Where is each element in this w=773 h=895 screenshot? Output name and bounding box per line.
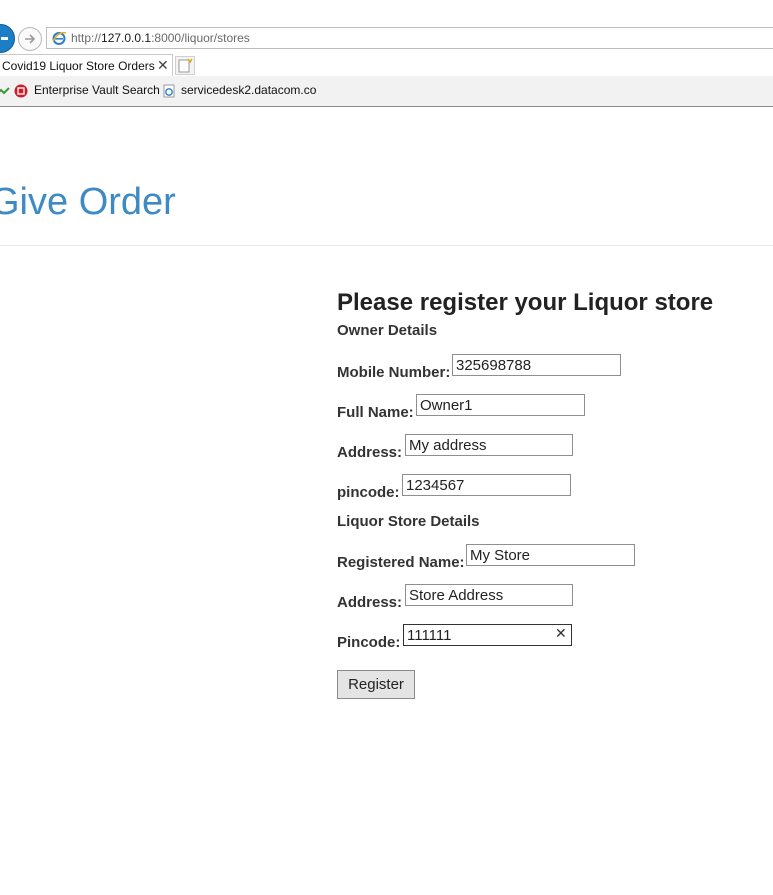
register-button[interactable]: Register — [337, 670, 415, 699]
mobile-row: Mobile Number: — [337, 354, 767, 394]
tab-row: Covid19 Liquor Store Orders ✕ — [0, 52, 773, 76]
form-title: Please register your Liquor store — [337, 289, 714, 316]
full-name-label: Full Name: — [337, 404, 414, 421]
store-address-row: Address: — [337, 584, 767, 624]
address-field[interactable]: http://127.0.0.1:8000/liquor/stores — [46, 27, 773, 49]
forward-arrow-icon — [25, 34, 36, 44]
store-registration-form: Please register your Liquor store Owner … — [337, 285, 767, 664]
registered-name-row: Registered Name: — [337, 544, 767, 584]
full-name-row: Full Name: — [337, 394, 767, 434]
store-address-input[interactable] — [405, 584, 573, 606]
favorite-servicedesk[interactable]: servicedesk2.datacom.co — [181, 83, 316, 97]
favorite-enterprise-vault[interactable]: Enterprise Vault Search — [34, 83, 160, 97]
store-pincode-label: Pincode: — [337, 634, 401, 651]
owner-address-label: Address: — [337, 444, 403, 461]
divider — [0, 245, 773, 246]
registered-name-label: Registered Name: — [337, 554, 465, 571]
ie-page-icon — [163, 84, 175, 98]
mobile-label: Mobile Number: — [337, 364, 451, 381]
ie-page-icon — [52, 31, 67, 45]
url-path: :8000/liquor/stores — [151, 31, 250, 45]
registered-name-input[interactable] — [466, 544, 635, 566]
owner-pincode-input[interactable] — [402, 474, 571, 496]
store-pincode-row: Pincode: ✕ — [337, 624, 767, 664]
mobile-input[interactable] — [452, 354, 621, 376]
url-prefix: http:// — [71, 31, 102, 45]
back-button[interactable] — [0, 24, 15, 53]
favorites-bar: Enterprise Vault Search servicedesk2.dat… — [0, 76, 773, 107]
tab-active[interactable]: Covid19 Liquor Store Orders ✕ — [0, 54, 173, 76]
clear-input-icon[interactable]: ✕ — [555, 625, 567, 642]
back-arrow-icon — [1, 37, 8, 40]
browser-chrome: http://127.0.0.1:8000/liquor/stores Covi… — [0, 0, 773, 107]
owner-pincode-row: pincode: — [337, 474, 767, 514]
favorites-icon — [0, 87, 10, 95]
url-host: 127.0.0.1 — [101, 31, 152, 45]
owner-address-input[interactable] — [405, 434, 573, 456]
store-details-heading: Liquor Store Details — [337, 513, 480, 530]
tab-close-icon[interactable]: ✕ — [157, 57, 169, 74]
tab-title: Covid19 Liquor Store Orders — [2, 59, 155, 73]
owner-details-heading: Owner Details — [337, 322, 438, 339]
store-pincode-input[interactable] — [403, 624, 572, 646]
url-text: http://127.0.0.1:8000/liquor/stores — [71, 31, 250, 45]
new-tab-icon — [178, 58, 193, 73]
address-bar-row: http://127.0.0.1:8000/liquor/stores — [0, 24, 773, 53]
full-name-input[interactable] — [416, 394, 585, 416]
page-heading: Give Order — [0, 181, 176, 223]
owner-pincode-label: pincode: — [337, 484, 400, 501]
forward-button[interactable] — [18, 27, 42, 51]
enterprise-vault-icon — [14, 84, 28, 98]
new-tab-button[interactable] — [175, 56, 195, 75]
owner-address-row: Address: — [337, 434, 767, 474]
page-content: Give Order Please register your Liquor s… — [0, 107, 773, 895]
store-address-label: Address: — [337, 594, 403, 611]
